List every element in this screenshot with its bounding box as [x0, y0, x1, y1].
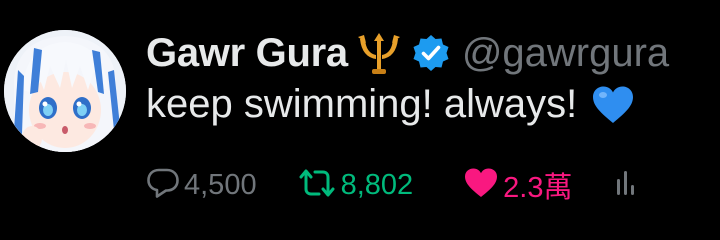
reply-button[interactable]: 4,500 — [146, 167, 257, 204]
retweet-count: 8,802 — [340, 168, 414, 201]
reply-count: 4,500 — [184, 168, 257, 201]
reply-icon — [146, 167, 180, 204]
avatar-image — [4, 30, 126, 152]
tweet-text-content: keep swimming! always! — [146, 82, 578, 126]
tweet-header: Gawr Gura @gawrgura — [146, 28, 669, 78]
trident-icon — [356, 31, 402, 75]
tweet-card: Gawr Gura @gawrgura keep swimming! alway… — [0, 0, 720, 240]
verified-icon — [412, 34, 450, 72]
heart-icon — [463, 167, 499, 204]
tweet-text: keep swimming! always! — [146, 82, 635, 127]
avatar[interactable] — [4, 30, 126, 152]
retweet-icon — [297, 167, 337, 204]
blue-heart-icon — [591, 85, 635, 125]
tweet-actions: 4,500 8,802 2.3萬 — [146, 162, 635, 208]
like-button[interactable]: 2.3萬 — [463, 164, 572, 206]
display-name[interactable]: Gawr Gura — [146, 31, 348, 76]
views-button[interactable] — [614, 167, 635, 204]
views-bar-icon — [614, 167, 635, 204]
like-count: 2.3萬 — [503, 172, 573, 204]
handle[interactable]: @gawrgura — [462, 31, 669, 76]
retweet-button[interactable]: 8,802 — [297, 167, 414, 204]
